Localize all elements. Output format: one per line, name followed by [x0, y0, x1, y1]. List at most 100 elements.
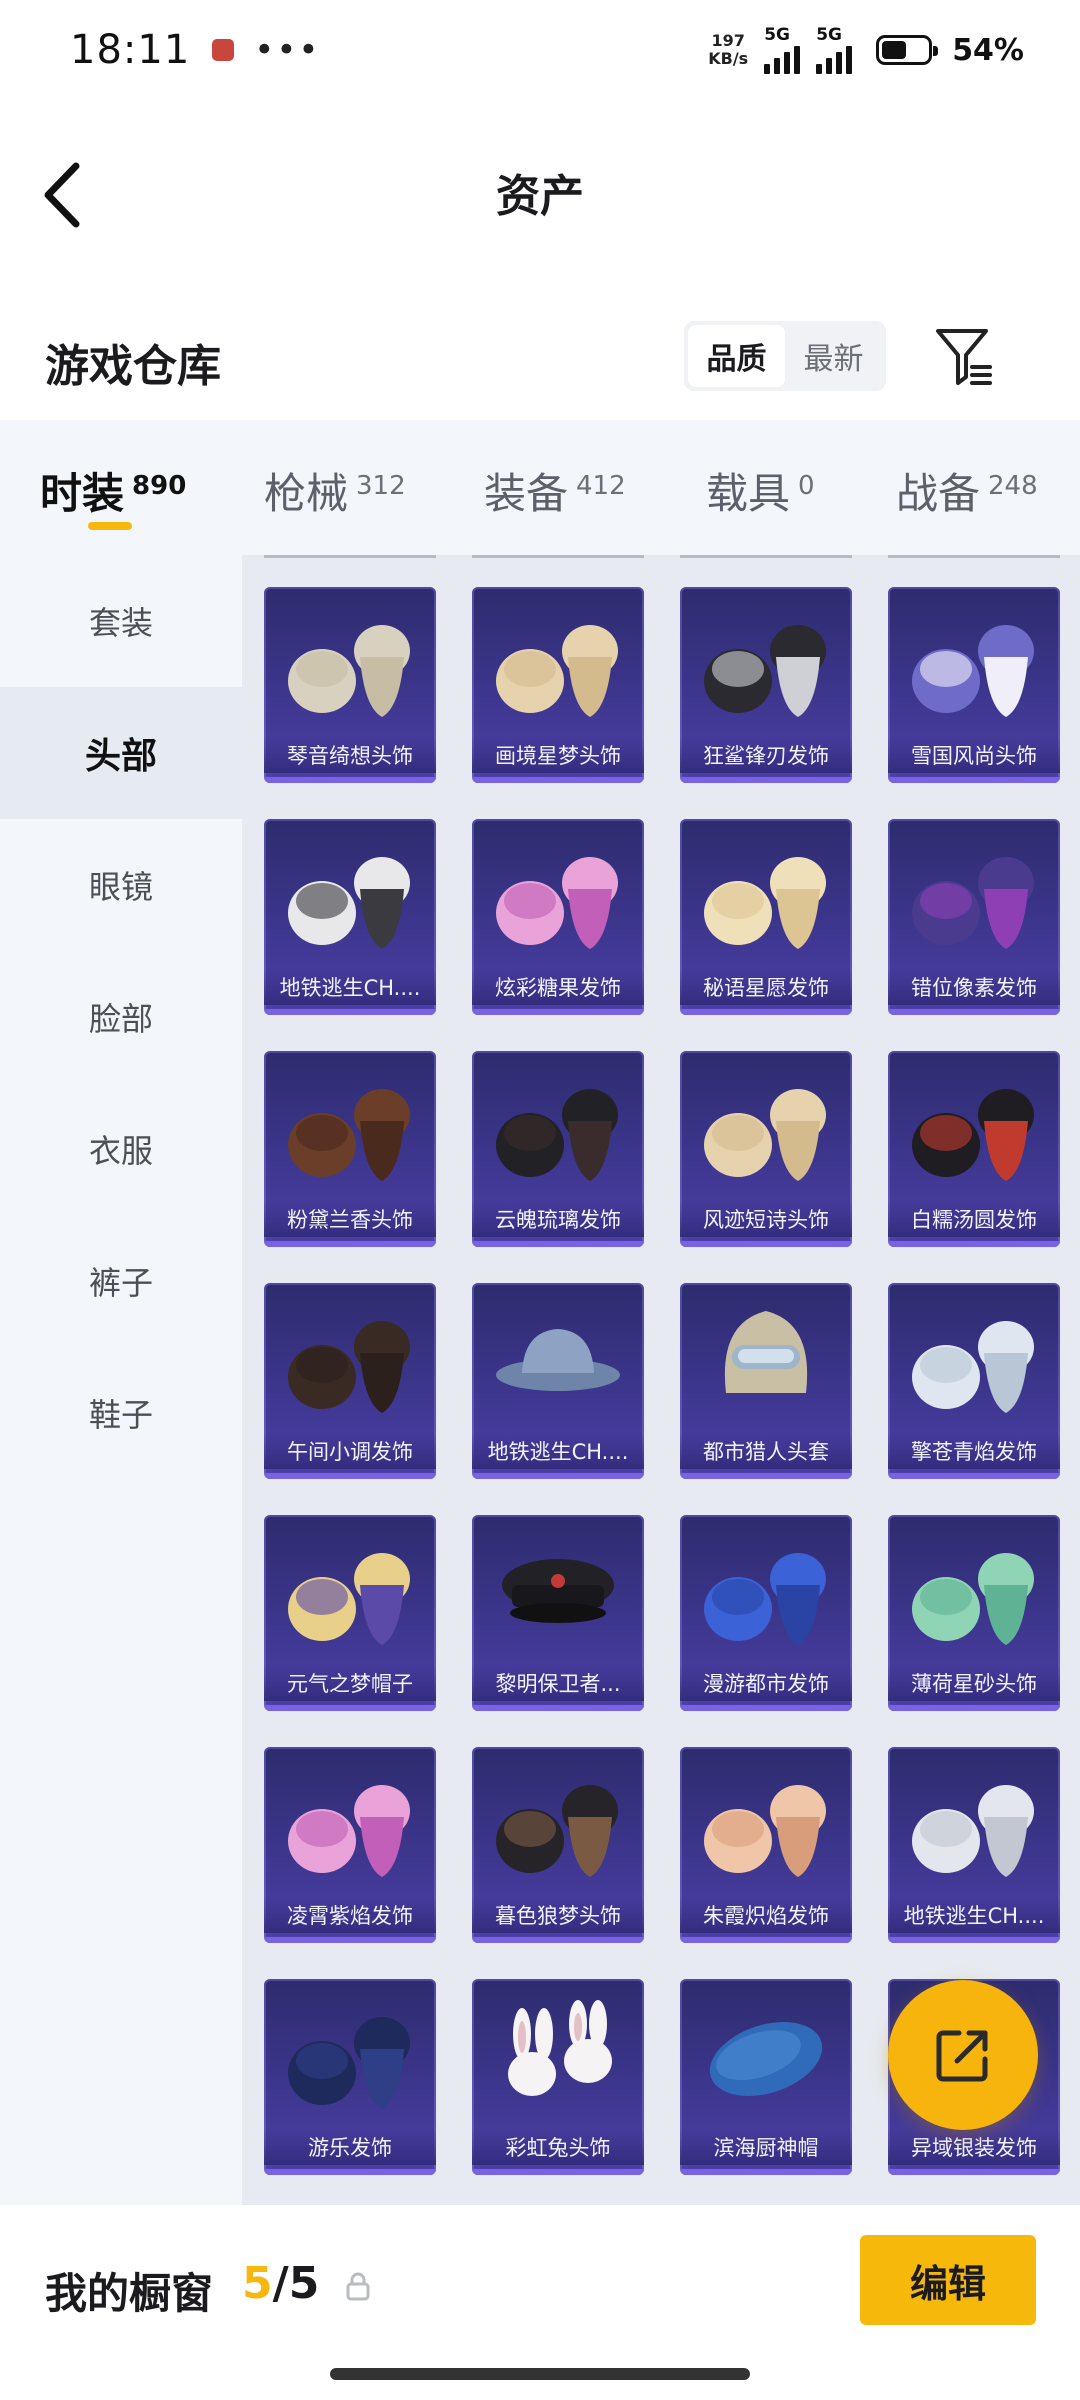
hair-black-bun-icon [912, 1089, 1034, 1181]
tab-vehicles[interactable]: 载具 0 [670, 420, 860, 555]
tab-fashion-count: 890 [132, 471, 187, 501]
signal-1: 5G [764, 24, 801, 74]
item-card[interactable]: 朱霞炽焰发饰 [680, 1747, 852, 1943]
item-card[interactable]: 凌霄紫焰发饰 [264, 1747, 436, 1943]
hair-pink-twin-icon [496, 857, 618, 949]
home-indicator [330, 2368, 750, 2380]
hair-black-long-icon [496, 1089, 618, 1181]
police-cap-icon [502, 1559, 614, 1623]
hair-blue-icon [704, 1553, 826, 1645]
item-name: 风迹短诗头饰 [680, 1201, 852, 1237]
filter-button[interactable] [934, 325, 994, 387]
item-card[interactable]: 薄荷星砂头饰 [888, 1515, 1060, 1711]
item-card[interactable]: 擎苍青焰发饰 [888, 1283, 1060, 1479]
item-name: 雪国风尚头饰 [888, 737, 1060, 773]
item-card[interactable]: 错位像素发饰 [888, 819, 1060, 1015]
app-header: 资产 [0, 130, 1080, 250]
item-name: 地铁逃生CH.... [472, 1433, 644, 1469]
item-name: 错位像素发饰 [888, 969, 1060, 1005]
sidebar-item-pants[interactable]: 裤子 [0, 1215, 242, 1347]
item-card[interactable]: 雪国风尚头饰 [888, 587, 1060, 783]
sidebar-item-face[interactable]: 脸部 [0, 951, 242, 1083]
item-card[interactable]: 彩虹兔头饰 [472, 1979, 644, 2175]
item-name: 白糯汤圆发饰 [888, 1201, 1060, 1237]
sidebar-item-glasses[interactable]: 眼镜 [0, 819, 242, 951]
tab-fashion[interactable]: 时装 890 [0, 420, 228, 555]
filter-icon [936, 329, 992, 385]
status-bar: 18:11 ••• 197 KB/s 5G 5G 54% [0, 0, 1080, 100]
tab-active-indicator [88, 522, 132, 530]
sidebar-item-shoes[interactable]: 鞋子 [0, 1347, 242, 1479]
tab-equipment-count: 412 [576, 471, 626, 501]
item-name: 元气之梦帽子 [264, 1665, 436, 1701]
signal-2: 5G [816, 26, 853, 74]
item-card[interactable]: 风迹短诗头饰 [680, 1051, 852, 1247]
item-name: 滨海厨神帽 [680, 2129, 852, 2165]
bucket-hat-icon [496, 1329, 620, 1391]
item-name: 黎明保卫者... [472, 1665, 644, 1701]
beanie-stripe-icon [288, 857, 410, 949]
hair-mint-icon [912, 1553, 1034, 1645]
item-card[interactable]: 滨海厨神帽 [680, 1979, 852, 2175]
item-name: 粉黛兰香头饰 [264, 1201, 436, 1237]
item-card[interactable]: 画境星梦头饰 [472, 587, 644, 783]
item-name: 擎苍青焰发饰 [888, 1433, 1060, 1469]
hair-dark-brown-icon [288, 1321, 410, 1413]
sidebar-item-clothes[interactable]: 衣服 [0, 1083, 242, 1215]
item-card[interactable]: 琴音绮想头饰 [264, 587, 436, 783]
battery-percent: 54% [952, 32, 1024, 68]
item-card[interactable]: 漫游都市发饰 [680, 1515, 852, 1711]
sidebar-item-outfit[interactable]: 套装 [0, 555, 242, 687]
item-name: 朱霞炽焰发饰 [680, 1897, 852, 1933]
lock-icon [346, 2272, 370, 2301]
item-name: 漫游都市发饰 [680, 1665, 852, 1701]
bunny-ear-icon [508, 2000, 612, 2096]
tab-combat-gear-label: 战备 248 [896, 469, 1038, 518]
item-name: 狂鲨锋刃发饰 [680, 737, 852, 773]
item-card[interactable]: 炫彩糖果发饰 [472, 819, 644, 1015]
item-card[interactable]: 狂鲨锋刃发饰 [680, 587, 852, 783]
item-card[interactable]: 暮色狼梦头饰 [472, 1747, 644, 1943]
item-name: 云魄琉璃发饰 [472, 1201, 644, 1237]
hair-brown-icon [288, 1089, 410, 1181]
section-title: 游戏仓库 [45, 341, 221, 392]
share-button[interactable] [888, 1980, 1038, 2130]
item-card[interactable]: 黎明保卫者... [472, 1515, 644, 1711]
network-speed-unit: KB/s [708, 49, 749, 68]
signal-1-label: 5G [764, 24, 790, 45]
notification-app-icon [212, 39, 235, 61]
sort-option-quality[interactable]: 品质 [688, 325, 785, 387]
item-name: 暮色狼梦头饰 [472, 1897, 644, 1933]
edit-button[interactable]: 编辑 [860, 2235, 1036, 2325]
item-card[interactable]: 午间小调发饰 [264, 1283, 436, 1479]
item-card[interactable]: 游乐发饰 [264, 1979, 436, 2175]
sidebar-item-head[interactable]: 头部 [0, 687, 242, 819]
item-name: 琴音绮想头饰 [264, 737, 436, 773]
tab-firearms[interactable]: 枪械 312 [228, 420, 448, 555]
showcase-label: 我的橱窗 [45, 2269, 214, 2318]
item-name: 午间小调发饰 [264, 1433, 436, 1469]
tab-combat-gear[interactable]: 战备 248 [860, 420, 1080, 555]
item-card[interactable]: 地铁逃生CH.... [264, 819, 436, 1015]
sort-toggle: 品质 最新 [684, 321, 886, 391]
item-card[interactable]: 元气之梦帽子 [264, 1515, 436, 1711]
sort-option-newest[interactable]: 最新 [785, 325, 882, 387]
category-tabs: 时装 890 枪械 312 装备 412 载具 0 战备 248 [0, 420, 1080, 555]
tab-combat-gear-count: 248 [988, 471, 1038, 501]
hair-blonde-long-icon [496, 625, 618, 717]
tab-firearms-count: 312 [356, 471, 406, 501]
tab-equipment[interactable]: 装备 412 [448, 420, 670, 555]
item-card[interactable]: 都市猎人头套 [680, 1283, 852, 1479]
tab-equipment-label: 装备 412 [484, 469, 626, 518]
hair-wolf-ear-icon [496, 1785, 618, 1877]
chef-hat-icon [709, 2022, 823, 2096]
item-grid[interactable]: 琴音绮想头饰 画境星梦头饰 狂鲨锋刃发饰 雪国风尚头饰 地铁逃生CH.... 炫… [242, 555, 1080, 2205]
tab-fashion-label: 时装 890 [40, 469, 187, 518]
item-card[interactable]: 云魄琉璃发饰 [472, 1051, 644, 1247]
item-card[interactable]: 地铁逃生CH.... [472, 1283, 644, 1479]
item-card[interactable]: 秘语星愿发饰 [680, 819, 852, 1015]
item-card[interactable]: 地铁逃生CH.... [888, 1747, 1060, 1943]
item-card[interactable]: 粉黛兰香头饰 [264, 1051, 436, 1247]
item-card[interactable]: 白糯汤圆发饰 [888, 1051, 1060, 1247]
showcase-current: 5 [242, 2258, 273, 2309]
